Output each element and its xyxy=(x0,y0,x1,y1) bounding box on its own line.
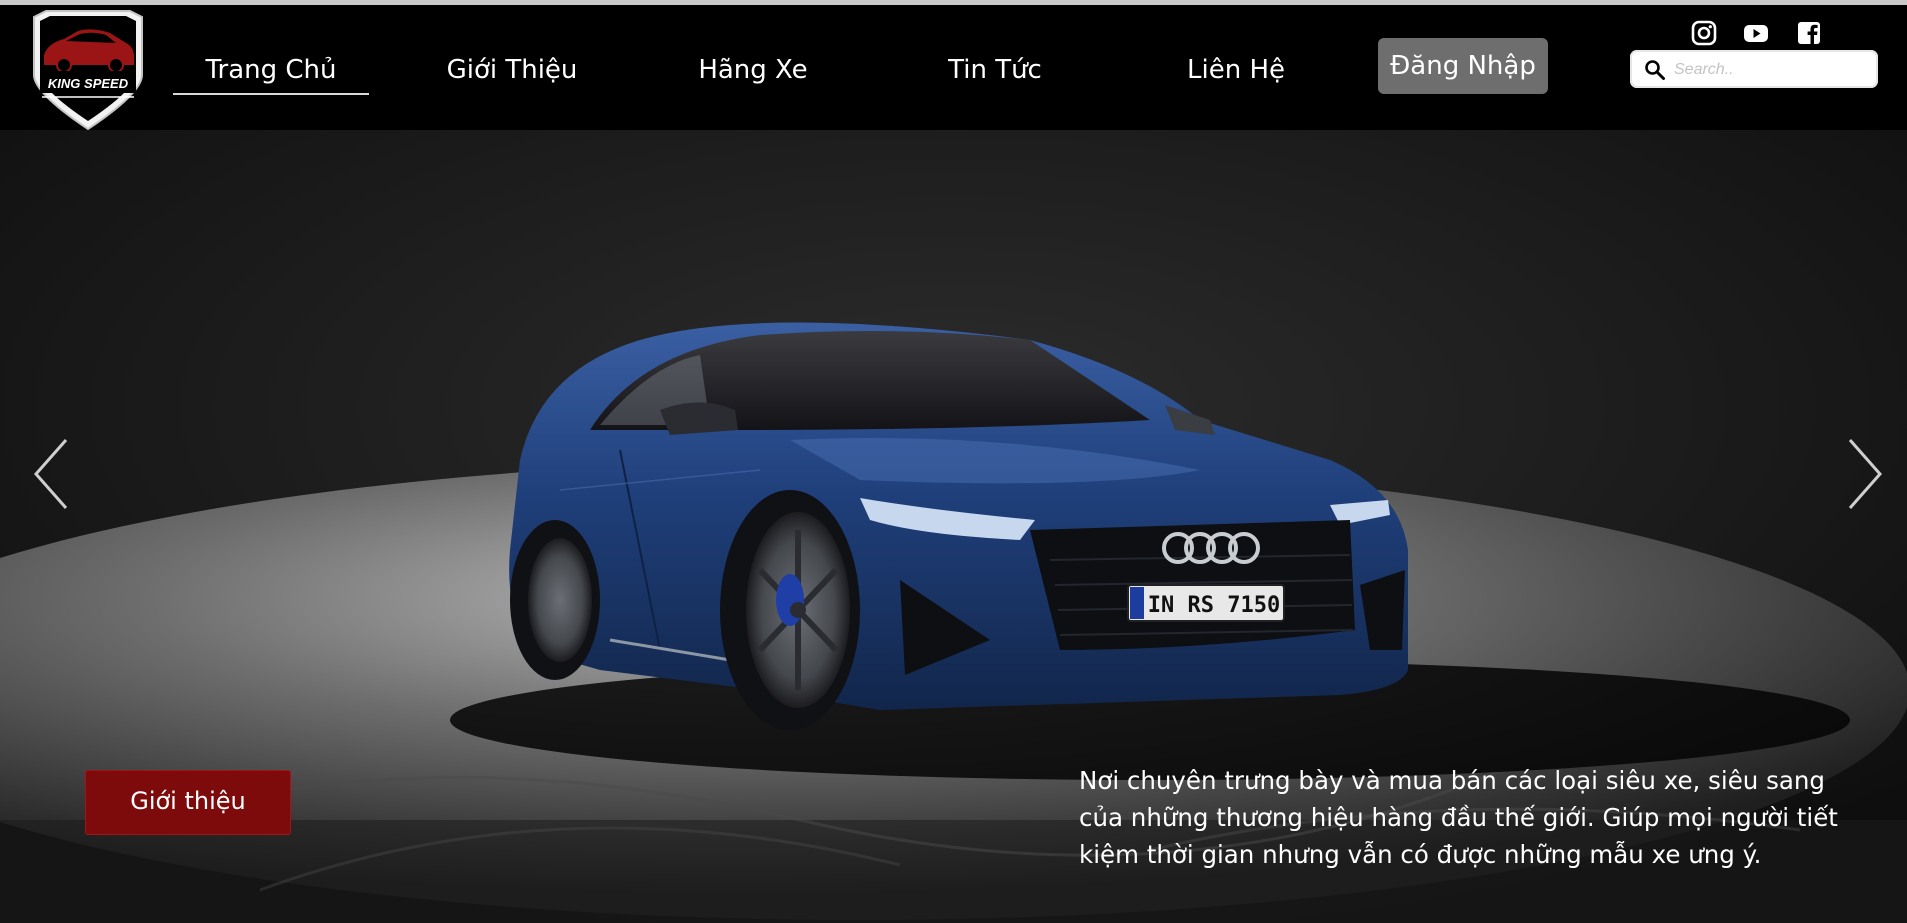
search-icon xyxy=(1645,60,1665,80)
carousel-next-arrow[interactable] xyxy=(1838,434,1888,514)
hero-carousel: IN RS 7150 Giới thiệu Nơi chuyên trưng b… xyxy=(0,130,1907,923)
nav-item-brands[interactable]: Hãng Xe xyxy=(682,47,824,93)
nav-item-about[interactable]: Giới Thiệu xyxy=(430,47,594,93)
login-button[interactable]: Đăng Nhập xyxy=(1378,38,1548,94)
chevron-left-icon xyxy=(33,439,68,509)
hero-description: Nơi chuyên trưng bày và mua bán các loại… xyxy=(1079,766,1838,869)
search-input[interactable] xyxy=(1672,54,1872,86)
nav-item-home[interactable]: Trang Chủ xyxy=(173,47,369,95)
search-box[interactable] xyxy=(1630,50,1878,88)
license-plate-text: IN RS 7150 xyxy=(1148,593,1280,618)
site-header: KING SPEED Trang Chủ Giới Thiệu Hãng Xe … xyxy=(0,5,1907,131)
chevron-right-icon xyxy=(1848,439,1883,509)
carousel-prev-arrow[interactable] xyxy=(28,434,78,514)
hero-about-button[interactable]: Giới thiệu xyxy=(85,770,291,835)
shield-logo-icon: KING SPEED xyxy=(33,10,143,131)
facebook-icon[interactable] xyxy=(1795,19,1823,47)
youtube-icon[interactable] xyxy=(1742,19,1770,47)
king-speed-logo[interactable]: KING SPEED xyxy=(26,7,150,131)
logo-wordmark: KING SPEED xyxy=(48,76,129,91)
instagram-icon[interactable] xyxy=(1690,19,1718,47)
nav-item-contact[interactable]: Liên Hệ xyxy=(1172,47,1300,93)
nav-item-news[interactable]: Tin Tức xyxy=(935,47,1055,93)
